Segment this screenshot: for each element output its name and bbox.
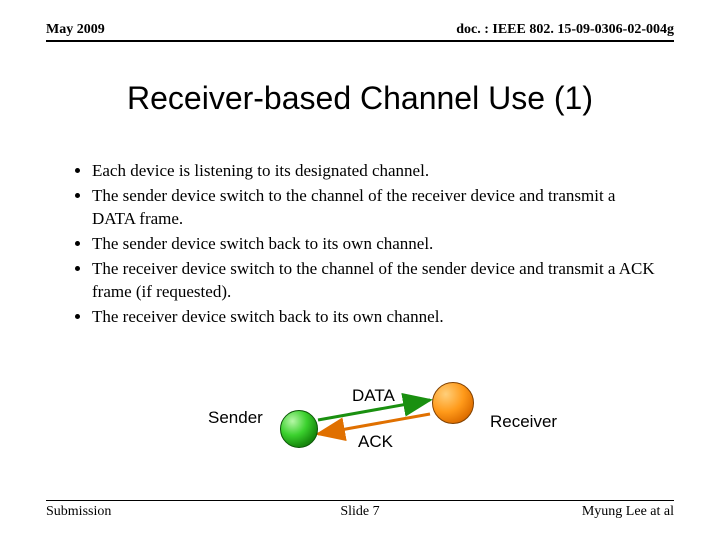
sender-label: Sender (208, 408, 263, 428)
sender-node-icon (280, 410, 318, 448)
list-item: The receiver device switch back to its o… (92, 306, 660, 329)
ack-label: ACK (358, 432, 393, 452)
receiver-node-icon (432, 382, 474, 424)
list-item: Each device is listening to its designat… (92, 160, 660, 183)
header-date: May 2009 (46, 22, 105, 38)
data-label: DATA (352, 386, 395, 406)
slide-title: Receiver-based Channel Use (1) (0, 80, 720, 117)
sender-receiver-diagram: Sender Receiver DATA ACK (0, 370, 720, 490)
list-item: The receiver device switch to the channe… (92, 258, 660, 304)
header-doc-ref: doc. : IEEE 802. 15-09-0306-02-004g (456, 22, 674, 38)
list-item: The sender device switch to the channel … (92, 185, 660, 231)
slide-header: May 2009 doc. : IEEE 802. 15-09-0306-02-… (46, 22, 674, 42)
list-item: The sender device switch back to its own… (92, 233, 660, 256)
footer-center: Slide 7 (46, 504, 674, 520)
bullet-list: Each device is listening to its designat… (72, 160, 660, 331)
receiver-label: Receiver (490, 412, 557, 432)
slide-footer: Submission Slide 7 Myung Lee at al (46, 500, 674, 520)
